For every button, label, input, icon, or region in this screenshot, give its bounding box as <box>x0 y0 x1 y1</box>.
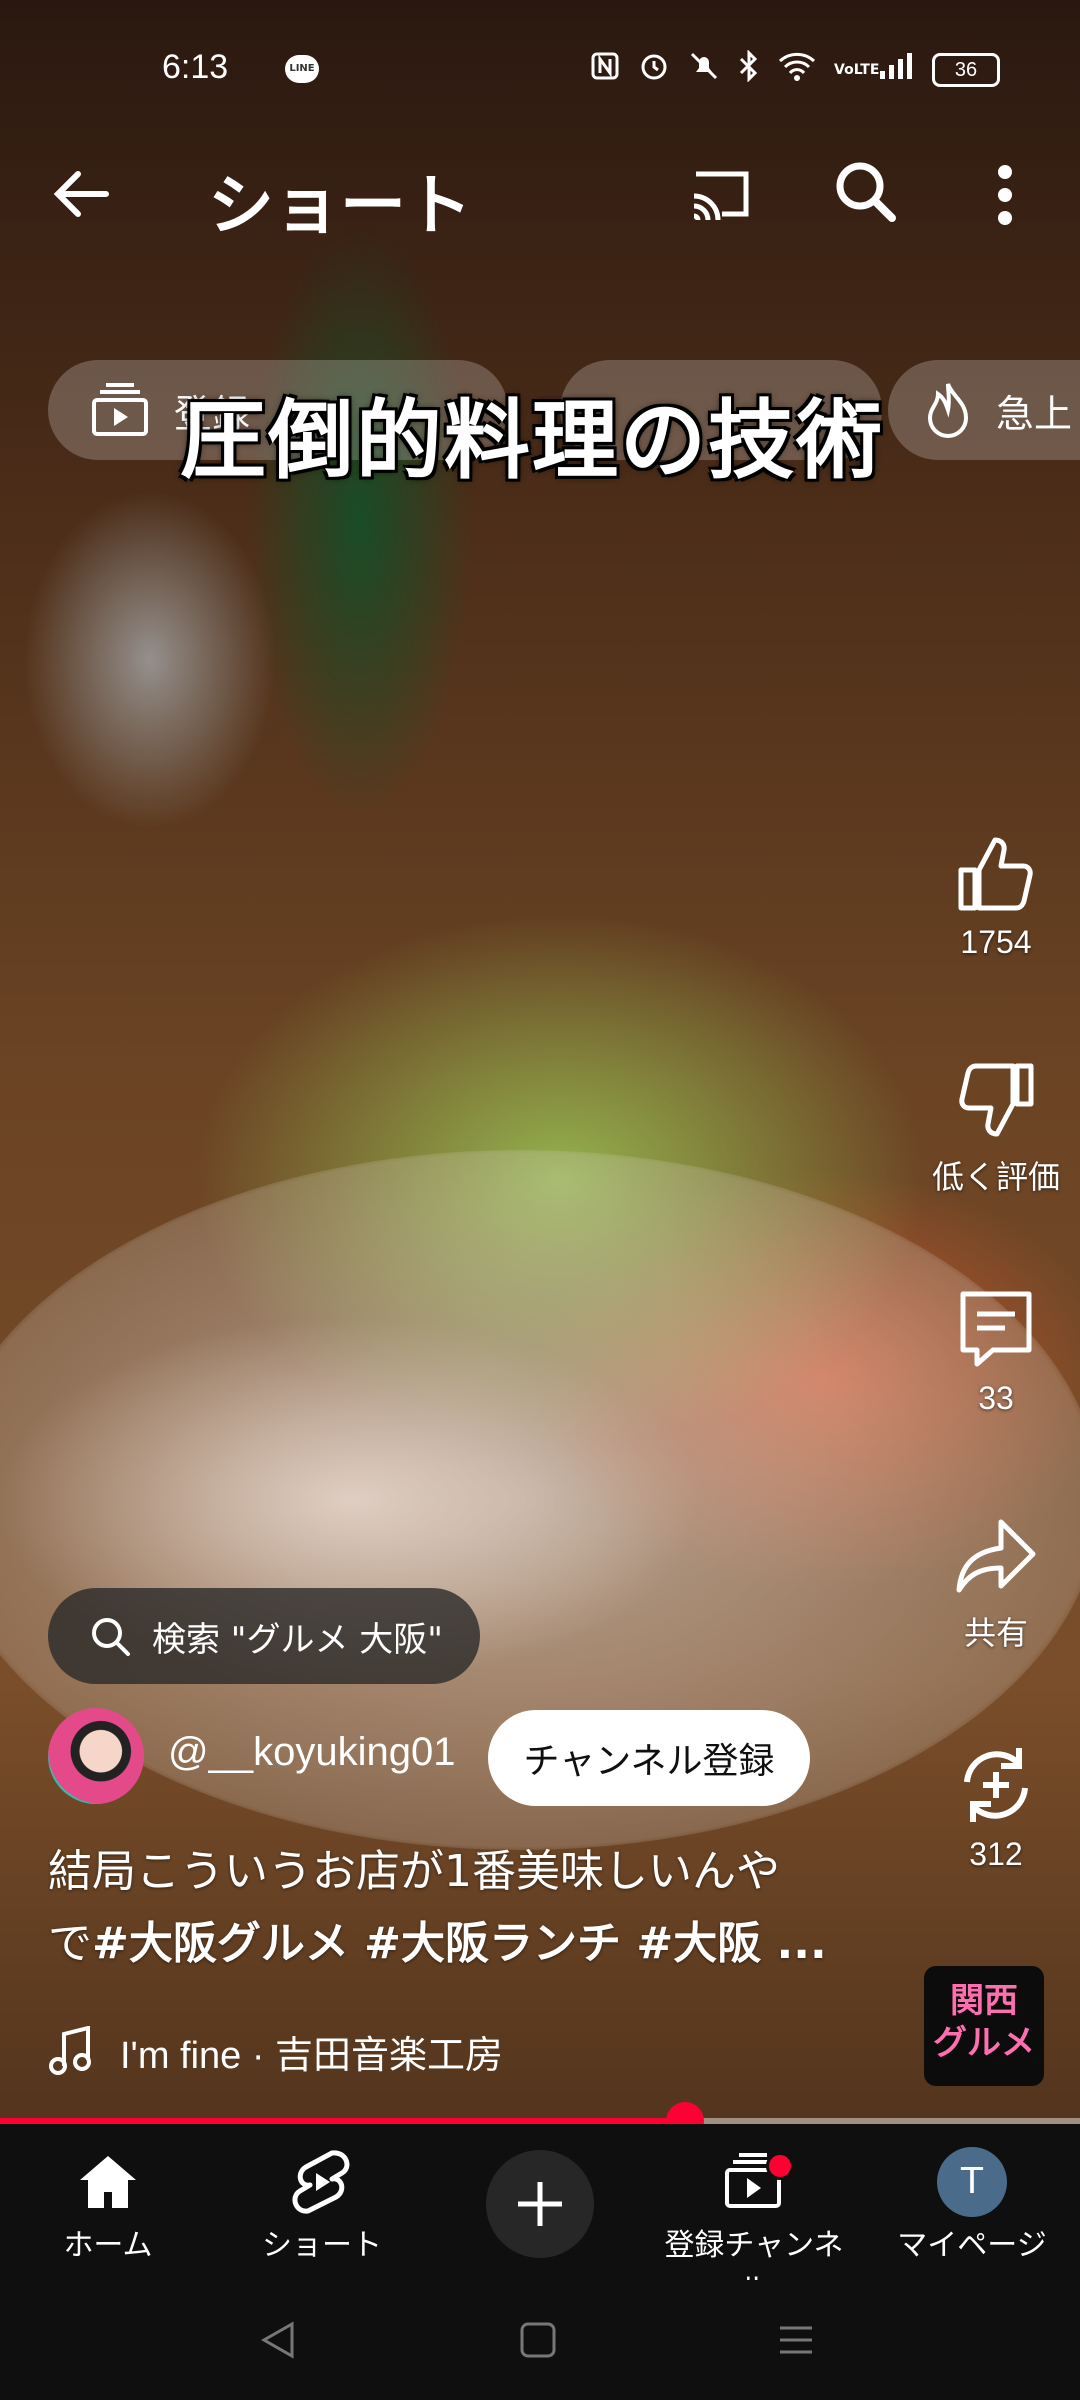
create-button[interactable] <box>486 2150 594 2258</box>
bottom-navigation: ホーム ショート 登録チャンネル T マイページ <box>0 2124 1080 2307</box>
status-icons: VoLTE 36 <box>590 49 1000 89</box>
search-suggestion-text: 検索 "グルメ 大阪" <box>152 1619 443 1660</box>
line-app-icon: LINE <box>285 55 319 83</box>
sound-thumbnail-line1: 関西 <box>950 1981 1018 2021</box>
trending-flame-icon <box>927 383 969 438</box>
channel-row: @__koyuking01 チャンネル登録 <box>48 1700 848 1810</box>
system-recents-icon[interactable] <box>776 2320 816 2360</box>
thumbs-down-icon <box>959 1063 1034 1137</box>
nav-shorts[interactable]: ショート <box>222 2144 422 2264</box>
description-line-1: 結局こういうお店が1番美味しいんや <box>48 1846 780 1897</box>
music-track: I'm fine · 吉田音楽工房 <box>120 2034 504 2077</box>
like-button[interactable]: 1754 <box>926 830 1066 961</box>
share-button[interactable]: 共有 <box>926 1514 1066 1654</box>
page-title: ショート <box>208 167 472 244</box>
description-line-2: で#大阪グルメ #大阪ランチ #大阪 ... <box>48 1908 908 1980</box>
video-description[interactable]: 結局こういうお店が1番美味しいんや で#大阪グルメ #大阪ランチ #大阪 ... <box>48 1836 908 1980</box>
shorts-player-screen[interactable]: 6:13 LINE VoLTE 36 ショート 登録 急上 圧倒的料理の技術 1… <box>0 0 1080 2400</box>
user-avatar: T <box>937 2147 1007 2217</box>
shorts-icon <box>292 2150 350 2214</box>
signal-icon <box>878 51 914 88</box>
system-home-icon[interactable] <box>518 2320 558 2360</box>
chip-trending-label: 急上 <box>996 391 1073 436</box>
comment-count: 33 <box>978 1380 1014 1416</box>
channel-handle[interactable]: @__koyuking01 <box>168 1730 455 1775</box>
nav-shorts-label: ショート <box>262 2228 382 2263</box>
like-count: 1754 <box>960 924 1032 960</box>
comment-icon <box>960 1291 1032 1367</box>
app-bar: ショート <box>0 140 1080 250</box>
cast-icon[interactable] <box>688 164 754 228</box>
system-navigation <box>0 2280 1080 2400</box>
thumbs-up-icon <box>958 837 1033 911</box>
more-options-icon[interactable] <box>990 160 1020 234</box>
dislike-button[interactable]: 低く評価 <box>926 1058 1066 1198</box>
plus-icon <box>518 2182 562 2226</box>
description-line-2-prefix: で <box>48 1918 92 1969</box>
search-suggestion-pill[interactable]: 検索 "グルメ 大阪" <box>48 1588 480 1684</box>
subscribe-button[interactable]: チャンネル登録 <box>488 1710 810 1806</box>
battery-indicator: 36 <box>932 52 1000 87</box>
description-hashtags[interactable]: #大阪グルメ #大阪ランチ #大阪 ... <box>92 1918 827 1969</box>
nav-home-label: ホーム <box>63 2228 153 2263</box>
nfc-icon <box>590 51 620 88</box>
status-time: 6:13 <box>162 48 229 86</box>
back-arrow-icon[interactable] <box>50 162 114 236</box>
system-back-icon[interactable] <box>258 2320 298 2360</box>
search-icon[interactable] <box>830 156 900 230</box>
remix-icon <box>964 1748 1028 1822</box>
sound-thumbnail-line2: グルメ <box>933 2023 1035 2063</box>
nav-you[interactable]: T マイページ <box>872 2144 1072 2264</box>
wifi-icon <box>778 51 816 88</box>
comments-button[interactable]: 33 <box>926 1286 1066 1417</box>
music-note-icon <box>49 2026 91 2075</box>
share-label: 共有 <box>963 1615 1028 1651</box>
chip-trending[interactable]: 急上 <box>888 360 1080 460</box>
music-row[interactable]: I'm fine · 吉田音楽工房 <box>48 2016 503 2086</box>
dislike-label: 低く評価 <box>931 1159 1060 1195</box>
search-small-icon <box>92 1618 130 1656</box>
nav-you-label: マイページ <box>897 2228 1047 2263</box>
video-overlay-text: 圧倒的料理の技術 <box>180 390 884 491</box>
status-bar: 6:13 LINE VoLTE 36 <box>0 0 1080 140</box>
nav-home[interactable]: ホーム <box>8 2144 208 2264</box>
subscriptions-icon <box>92 383 148 436</box>
sound-thumbnail[interactable]: 関西 グルメ <box>924 1966 1044 2086</box>
bluetooth-icon <box>738 49 760 89</box>
alarm-icon <box>638 50 670 89</box>
volte-icon: VoLTE <box>834 61 880 78</box>
channel-avatar[interactable] <box>48 1708 144 1804</box>
remix-button[interactable]: 312 <box>926 1742 1066 1873</box>
notification-dot <box>766 2152 794 2180</box>
remix-count: 312 <box>969 1836 1023 1872</box>
mute-icon <box>688 50 720 89</box>
home-icon <box>80 2156 136 2208</box>
share-icon <box>956 1519 1036 1593</box>
